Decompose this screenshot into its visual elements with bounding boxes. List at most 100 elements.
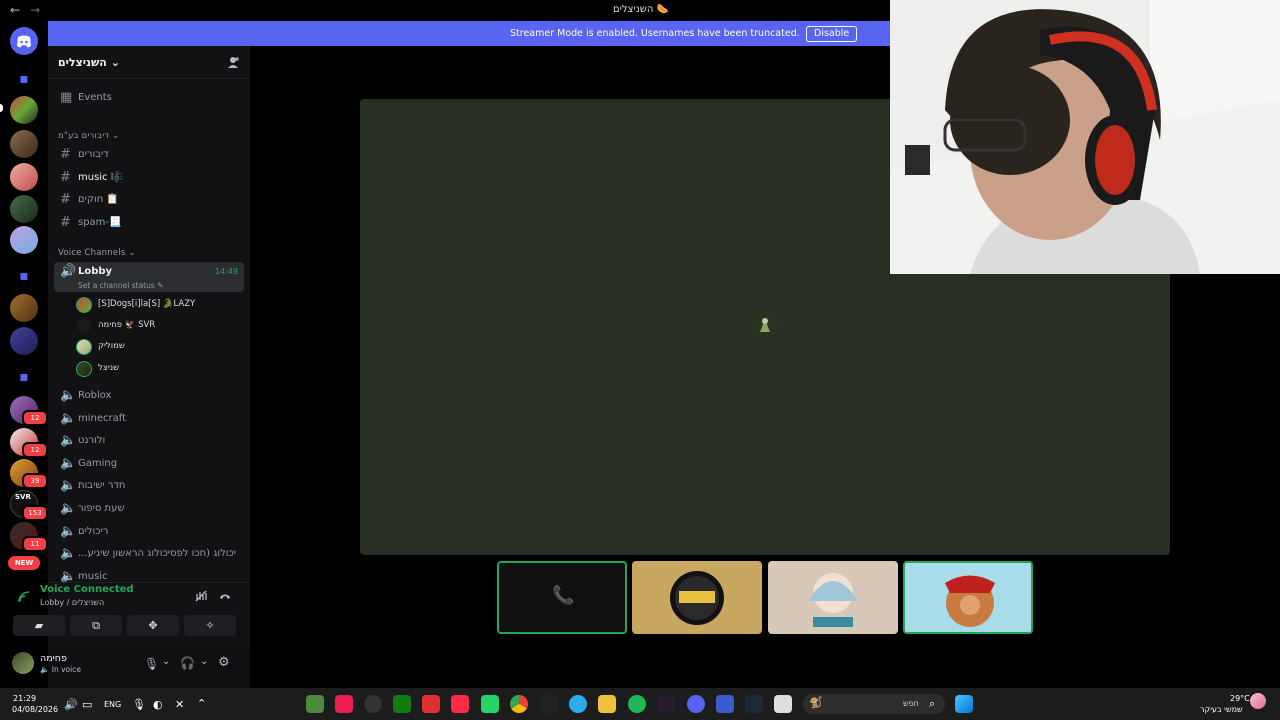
voice-channel-item[interactable]: 🔈 Roblox (54, 386, 244, 406)
channel-item-music[interactable]: # music 🎼 (54, 168, 244, 188)
mention-badge: 11 (22, 536, 48, 552)
telegram-icon[interactable] (569, 695, 587, 713)
forward-arrow-icon[interactable]: → (30, 3, 40, 17)
participant-tile[interactable] (903, 561, 1033, 634)
headphones-icon[interactable]: 🎧 (180, 656, 195, 670)
server-snitzel-icon[interactable] (10, 96, 38, 124)
channel-label: חוקים 📋 (78, 194, 119, 205)
screen-share-button[interactable]: ⧉ (70, 615, 122, 636)
invite-people-icon[interactable] (226, 55, 240, 69)
voice-member[interactable]: פחימה 🦅 SVR (76, 317, 236, 335)
voice-channel-item[interactable]: 🔈 music (54, 567, 244, 582)
store-icon[interactable] (716, 695, 734, 713)
discord-home-icon[interactable] (10, 27, 38, 55)
weather-temp[interactable]: 29°C (1230, 694, 1250, 703)
office-icon[interactable] (422, 695, 440, 713)
category-voice-channels[interactable]: Voice Channels ⌄ (58, 248, 136, 258)
weather-desc[interactable]: שמשי בעיקר (1200, 705, 1243, 714)
voice-channel-item[interactable]: 🔈 minecraft (54, 409, 244, 429)
epic-games-icon[interactable] (540, 695, 558, 713)
voice-channel-label: Gaming (78, 458, 118, 469)
gear-icon[interactable]: ⚙ (218, 655, 230, 670)
camera-toggle-button[interactable]: ▰ (13, 615, 65, 636)
voice-member[interactable]: [S]Dogs[i]la[S] 🐊LAZY (76, 296, 236, 314)
discord-taskbar-icon[interactable] (687, 695, 705, 713)
avatar[interactable] (12, 652, 34, 674)
server-folder-icon[interactable]: ▪ (14, 267, 34, 285)
voice-channel-item[interactable]: 🔈 ...יכולוג (חכו לפסיכולוג הראשון שיגיע (54, 544, 244, 564)
signal-icon[interactable] (17, 590, 31, 604)
server-name-header[interactable]: השניצלים ⌄ (58, 56, 120, 69)
disable-streamer-button[interactable]: Disable (806, 26, 858, 42)
participant-tile[interactable] (768, 561, 898, 634)
server-icon[interactable] (10, 195, 38, 223)
pencil-icon: ✎ (157, 281, 164, 290)
voice-channel-item[interactable]: 🔈 חדר ישיבות (54, 476, 244, 496)
app-icon[interactable] (657, 695, 675, 713)
voice-channel-item[interactable]: 🔈 Gaming (54, 454, 244, 474)
minecraft-icon[interactable] (306, 695, 324, 713)
taskbar-search[interactable]: 🐒 חפש ⌕ (803, 694, 945, 714)
tiktok-icon[interactable] (335, 695, 353, 713)
events-item[interactable]: ▦ Events (54, 88, 244, 108)
server-folder-icon[interactable]: ▪ (14, 70, 34, 88)
voice-channel-label: music (78, 571, 108, 582)
chevron-up-icon[interactable]: ⌃ (197, 697, 206, 710)
steam-icon[interactable] (745, 695, 763, 713)
whatsapp-icon[interactable] (481, 695, 499, 713)
server-folder-icon[interactable]: ▪ (14, 368, 34, 386)
microphone-icon[interactable]: 🎙 (144, 657, 159, 671)
tray-app-icon[interactable]: ◐ (153, 698, 163, 711)
voice-connected-label[interactable]: Voice Connected (40, 584, 134, 595)
spotify-icon[interactable] (628, 695, 646, 713)
server-icon[interactable] (10, 226, 38, 254)
server-icon[interactable] (10, 163, 38, 191)
soundboard-button[interactable]: ✧ (184, 615, 236, 636)
clock-time[interactable]: 21:29 (13, 694, 36, 703)
channel-item-rules[interactable]: # חוקים 📋 (54, 190, 244, 210)
server-icon[interactable] (10, 294, 38, 322)
noise-suppression-icon[interactable] (194, 589, 208, 603)
voice-channel-item[interactable]: 🔈 ולורנט (54, 431, 244, 451)
calendar-icon: ▦ (60, 90, 73, 105)
voice-channel-item[interactable]: 🔈 ריכולים (54, 522, 244, 542)
voice-member[interactable]: שניצל (76, 360, 236, 378)
app-icon[interactable] (364, 695, 382, 713)
channel-item-spam[interactable]: # spam-📃 (54, 213, 244, 233)
xbox-icon[interactable] (393, 695, 411, 713)
chevron-down-icon[interactable]: ⌄ (200, 656, 208, 667)
volume-icon[interactable]: 🔊 (64, 698, 78, 711)
webcam-person-image (890, 0, 1280, 274)
server-icon[interactable] (10, 327, 38, 355)
chrome-icon[interactable] (510, 695, 528, 713)
voice-channel-item[interactable]: 🔈 שעת סיפור (54, 499, 244, 519)
channel-label: spam-📃 (78, 217, 122, 228)
music-icon[interactable] (451, 695, 469, 713)
focused-user-avatar[interactable] (752, 312, 778, 338)
back-arrow-icon[interactable]: ← (10, 3, 20, 17)
microphone-icon[interactable]: 🎙 (132, 698, 146, 711)
tray-app-icon[interactable]: ✕ (175, 698, 184, 711)
user-name[interactable]: פחימה (40, 653, 67, 664)
chevron-down-icon[interactable]: ⌄ (162, 656, 170, 667)
channel-item-talk[interactable]: # דיבורים (54, 145, 244, 165)
voice-member[interactable]: שמוליק (76, 338, 236, 356)
network-icon[interactable]: ▭ (82, 698, 92, 711)
participant-tile[interactable] (632, 561, 762, 634)
clock-date[interactable]: 04/08/2026 (12, 705, 58, 714)
voice-channel-label: Lobby (78, 266, 113, 277)
disconnect-icon[interactable] (218, 589, 232, 603)
category-text-channels[interactable]: דיבורים בע"מ ⌄ (58, 131, 119, 141)
set-channel-status[interactable]: Set a channel status ✎ (78, 281, 163, 290)
windows-start-icon[interactable] (955, 695, 973, 713)
new-badge: NEW (8, 556, 40, 570)
app-icon[interactable] (774, 695, 792, 713)
file-explorer-icon[interactable] (598, 695, 616, 713)
weather-icon[interactable] (1250, 693, 1266, 709)
activities-button[interactable]: ✥ (127, 615, 179, 636)
voice-location[interactable]: Lobby / השניצלים (40, 598, 104, 607)
participant-tile[interactable]: 📞 (497, 561, 627, 634)
voice-timer: 14:49 (214, 267, 238, 276)
language-indicator[interactable]: ENG (104, 700, 121, 709)
server-icon[interactable] (10, 130, 38, 158)
